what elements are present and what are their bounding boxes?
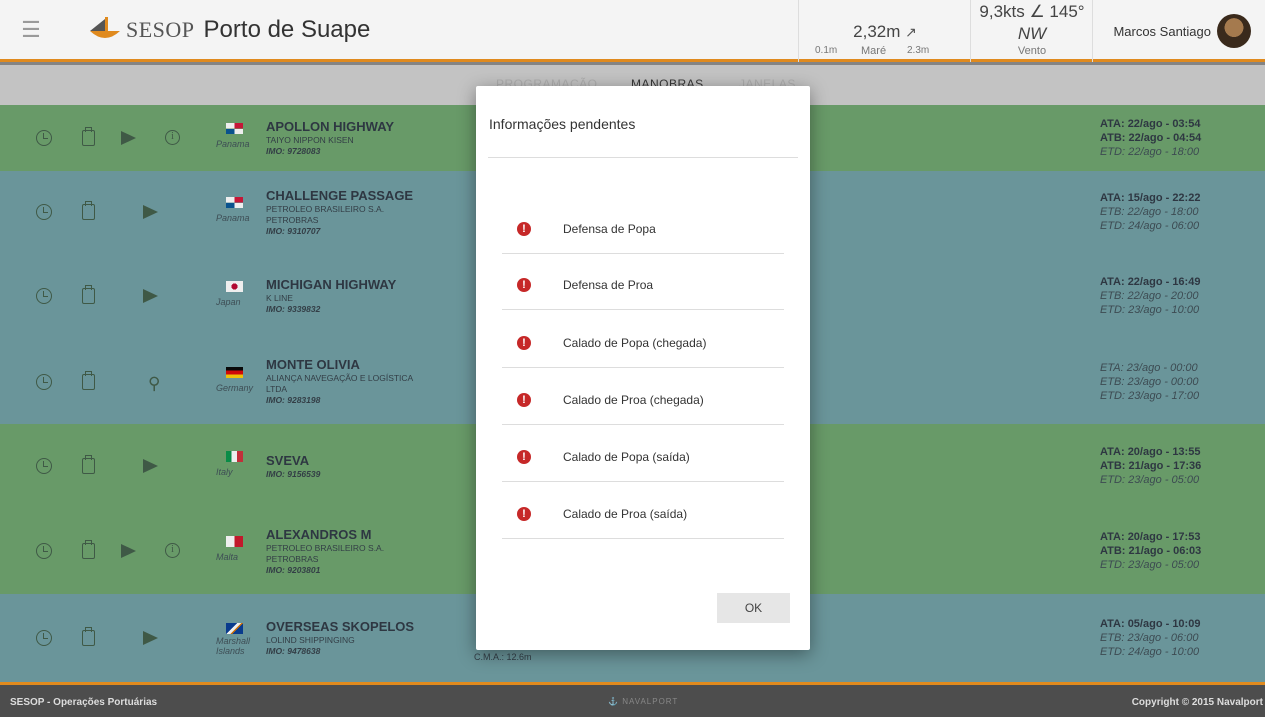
dialog-divider bbox=[488, 157, 798, 158]
warning-icon: ! bbox=[517, 278, 531, 292]
wind-speed: 9,3kts ∠ 145° bbox=[979, 2, 1085, 21]
wind-widget: 9,3kts ∠ 145° NW Vento bbox=[970, 0, 1092, 62]
pending-item: ! Defensa de Proa bbox=[502, 254, 784, 310]
warning-icon: ! bbox=[517, 393, 531, 407]
pending-item-label: Calado de Proa (chegada) bbox=[563, 393, 704, 407]
tide-label: Maré bbox=[861, 45, 887, 57]
trending-up-icon: ↗ bbox=[905, 24, 917, 40]
warning-icon: ! bbox=[517, 336, 531, 350]
tide-widget: 2,32m ↗ 0.1m Maré 2.3m bbox=[798, 0, 970, 62]
tide-value: 2,32m bbox=[853, 22, 901, 41]
footer-copyright: Copyright © 2015 Navalport bbox=[1131, 697, 1263, 708]
pending-item: ! Calado de Proa (chegada) bbox=[502, 369, 784, 425]
avatar bbox=[1217, 14, 1251, 48]
hamburger-menu-icon[interactable]: ☰ bbox=[0, 0, 62, 61]
ok-button[interactable]: OK bbox=[717, 593, 790, 623]
footer-logo: ⚓ NAVALPORT bbox=[608, 697, 679, 706]
pending-item: ! Calado de Proa (saída) bbox=[502, 483, 784, 539]
pending-item-label: Calado de Proa (saída) bbox=[563, 507, 688, 521]
dialog-title: Informações pendentes bbox=[489, 116, 636, 132]
port-name: Porto de Suape bbox=[203, 15, 371, 43]
app-footer: SESOP - Operações Portuárias ⚓ NAVALPORT… bbox=[0, 682, 1265, 717]
pending-info-dialog: Informações pendentes ! Defensa de Popa! D… bbox=[476, 86, 810, 650]
pending-item-label: Defensa de Popa bbox=[563, 222, 656, 236]
warning-icon: ! bbox=[517, 450, 531, 464]
footer-logo-text: NAVALPORT bbox=[622, 697, 679, 706]
pending-item: ! Calado de Popa (chegada) bbox=[502, 312, 784, 368]
tide-min: 0.1m bbox=[815, 45, 838, 56]
tide-max: 2.3m bbox=[907, 45, 930, 56]
pending-item-label: Calado de Popa (saída) bbox=[563, 450, 690, 464]
footer-app-name: SESOP - Operações Portuárias bbox=[10, 697, 158, 708]
ship-logo-icon bbox=[90, 16, 120, 38]
wind-label: Vento bbox=[1017, 45, 1047, 57]
pending-item-label: Defensa de Proa bbox=[563, 278, 654, 292]
pending-item-label: Calado de Popa (chegada) bbox=[563, 336, 707, 350]
logo-text: SESOP bbox=[126, 16, 195, 42]
pending-item: ! Calado de Popa (saída) bbox=[502, 426, 784, 482]
logo: SESOP bbox=[88, 15, 195, 45]
app-header: ☰ SESOP Porto de Suape 2,32m ↗ 0.1m Maré… bbox=[0, 0, 1265, 62]
wind-direction: NW bbox=[1017, 24, 1047, 43]
pending-item: ! Defensa de Popa bbox=[502, 198, 784, 254]
user-menu[interactable]: Marcos Santiago bbox=[1092, 0, 1265, 62]
warning-icon: ! bbox=[517, 222, 531, 236]
warning-icon: ! bbox=[517, 507, 531, 521]
user-name: Marcos Santiago bbox=[1113, 23, 1211, 39]
